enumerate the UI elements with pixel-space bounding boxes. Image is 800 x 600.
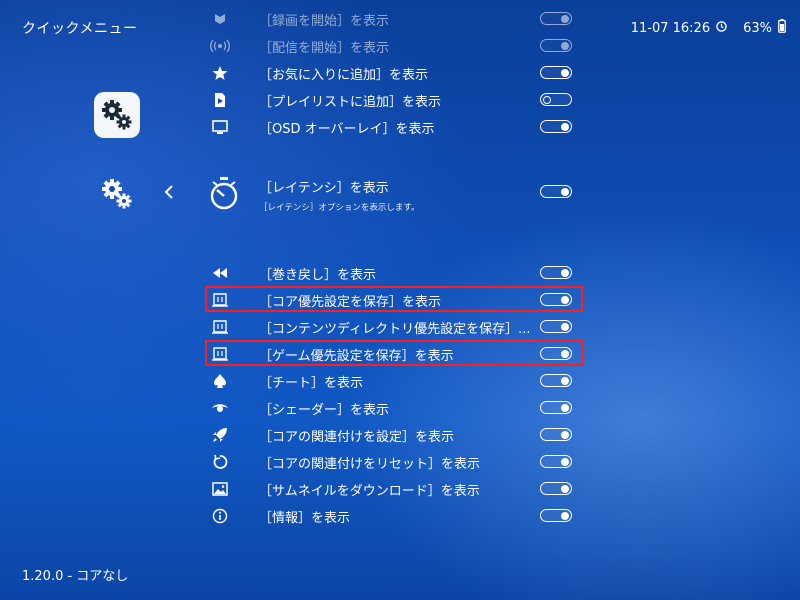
menu-item-label: ［OSD オーバーレイ］を表示: [259, 122, 435, 137]
toggle-switch[interactable]: [540, 39, 572, 52]
menu-item-label: ［情報］を表示: [259, 511, 351, 526]
toggle-switch[interactable]: [540, 66, 572, 79]
toggle-switch[interactable]: [540, 482, 572, 495]
menu-item-label: ［サムネイルをダウンロード］を表示: [259, 484, 480, 499]
settings-gears-icon: [102, 100, 132, 130]
rewind-icon: [210, 263, 230, 283]
spade-icon: [210, 371, 230, 391]
menu-item-reset-core-association[interactable]: ［コアの関連付けをリセット］を表示: [204, 448, 584, 475]
menu-item-label: ［録画を開始］を表示: [259, 14, 390, 29]
settings-app-icon[interactable]: [94, 92, 140, 138]
toggle-switch[interactable]: [540, 374, 572, 387]
menu-item-shaders[interactable]: ［シェーダー］を表示: [204, 394, 584, 421]
star-icon: [210, 63, 230, 83]
rocket-icon: [210, 425, 230, 445]
menu-item-save-content-dir-overrides[interactable]: ［コンテンツディレクトリ優先設定を保存］...: [204, 313, 584, 340]
toggle-switch[interactable]: [540, 455, 572, 468]
timer-icon: [208, 176, 240, 214]
monitor-icon: [210, 117, 230, 137]
menu-item-cheats[interactable]: ［チート］を表示: [204, 367, 584, 394]
menu-item-label: ［レイテンシ］を表示: [259, 181, 389, 196]
menu-item-label: ［プレイリストに追加］を表示: [259, 95, 442, 110]
version-label: 1.20.0 - コアなし: [22, 569, 129, 584]
menu-item-favorites[interactable]: ［お気に入りに追加］を表示: [204, 59, 584, 86]
menu-item-set-core-association[interactable]: ［コアの関連付けを設定］を表示: [204, 421, 584, 448]
toggle-switch[interactable]: [540, 12, 572, 25]
clock-icon: [716, 20, 727, 36]
highlight-box: [205, 286, 583, 312]
eye-icon: [210, 398, 230, 418]
settings-gears-icon[interactable]: [100, 177, 136, 211]
playlist-icon: [210, 90, 230, 110]
highlight-box: [205, 340, 583, 366]
record-icon: [210, 9, 230, 29]
chevron-left-icon[interactable]: [163, 181, 175, 205]
menu-item-playlist[interactable]: ［プレイリストに追加］を表示: [204, 86, 584, 113]
menu-item-label: ［シェーダー］を表示: [259, 403, 390, 418]
clock-text: 11-07 16:26: [630, 20, 711, 36]
toggle-switch[interactable]: [540, 93, 572, 106]
toggle-switch[interactable]: [540, 185, 572, 198]
status-bar: 11-07 16:26 63%: [631, 19, 786, 37]
menu-item-record[interactable]: ［録画を開始］を表示: [204, 5, 584, 32]
menu-item-label: ［お気に入りに追加］を表示: [259, 68, 429, 83]
save-book-icon: [210, 317, 230, 337]
battery-icon: [778, 19, 786, 37]
stream-icon: [210, 36, 230, 56]
menu-item-osd-overlay[interactable]: ［OSD オーバーレイ］を表示: [204, 113, 584, 140]
menu-item-label: ［配信を開始］を表示: [259, 41, 390, 56]
toggle-switch[interactable]: [540, 120, 572, 133]
toggle-switch[interactable]: [540, 428, 572, 441]
menu-item-label: ［コアの関連付けをリセット］を表示: [259, 457, 481, 472]
menu-item-latency-selected[interactable]: ［レイテンシ］を表示 ［レイテンシ］オプションを表示します。: [204, 168, 584, 218]
menu-item-label: ［コンテンツディレクトリ優先設定を保存］...: [259, 322, 531, 337]
menu-item-label: ［チート］を表示: [259, 376, 364, 391]
menu-item-download-thumbnails[interactable]: ［サムネイルをダウンロード］を表示: [204, 475, 584, 502]
image-icon: [210, 479, 230, 499]
page-title: クイックメニュー: [22, 21, 138, 37]
menu-item-label: ［コアの関連付けを設定］を表示: [259, 430, 455, 445]
menu-item-description: ［レイテンシ］オプションを表示します。: [259, 203, 420, 213]
menu-item-information[interactable]: ［情報］を表示: [204, 502, 584, 529]
toggle-switch[interactable]: [540, 320, 572, 333]
reset-icon: [210, 452, 230, 472]
menu-item-stream[interactable]: ［配信を開始］を表示: [204, 32, 584, 59]
toggle-switch[interactable]: [540, 266, 572, 279]
menu-item-rewind[interactable]: ［巻き戻し］を表示: [204, 259, 584, 286]
battery-text: 63%: [743, 20, 772, 36]
info-icon: [210, 506, 230, 526]
menu-item-label: ［巻き戻し］を表示: [259, 268, 377, 283]
toggle-switch[interactable]: [540, 401, 572, 414]
toggle-switch[interactable]: [540, 509, 572, 522]
